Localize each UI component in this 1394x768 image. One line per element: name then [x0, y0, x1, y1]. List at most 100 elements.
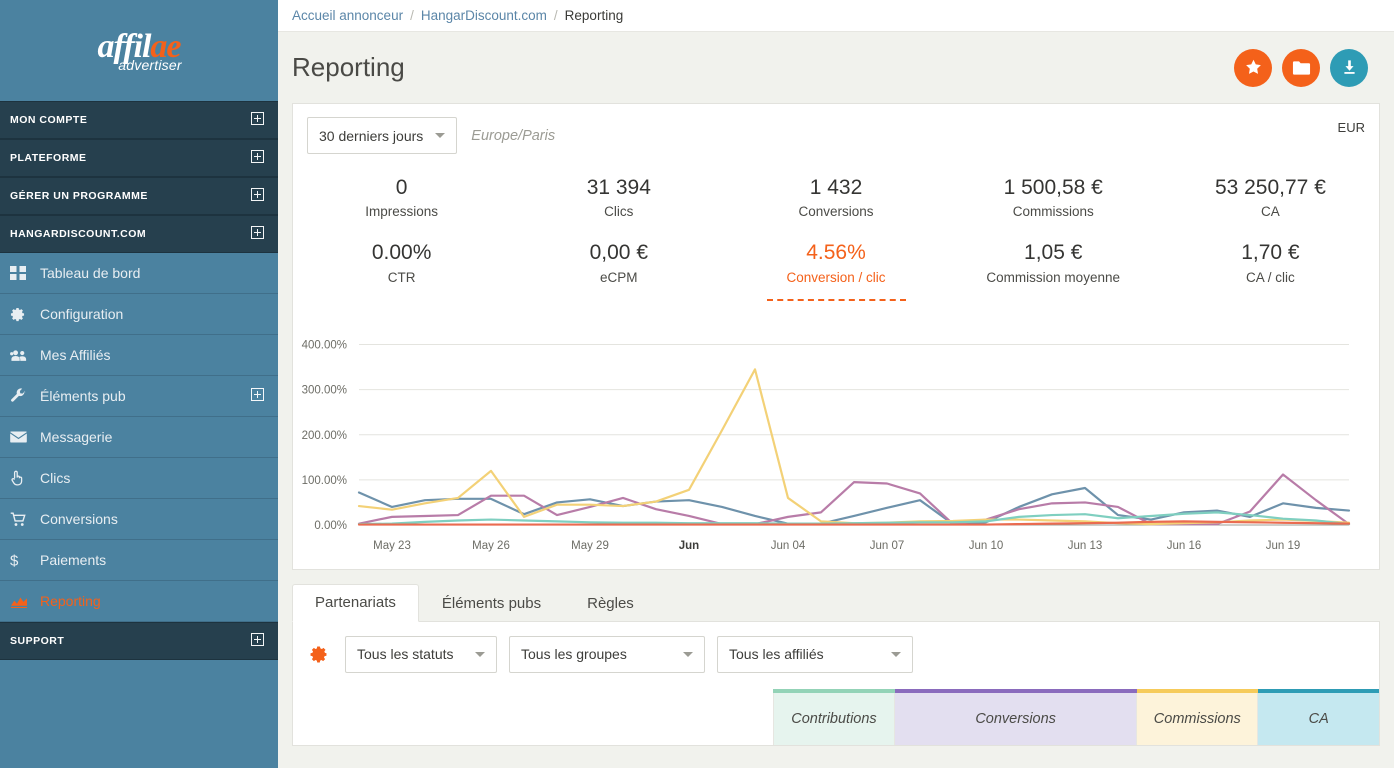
sidebar-section-mon-compte[interactable]: MON COMPTE — [0, 101, 278, 139]
chart-x-tick-label: Jun 10 — [969, 540, 1004, 552]
plus-box-icon[interactable] — [251, 226, 264, 242]
kpi-clics[interactable]: 31 394 Clics — [510, 170, 727, 229]
breadcrumb-link-home[interactable]: Accueil annonceur — [292, 8, 403, 23]
kpi-impressions[interactable]: 0 Impressions — [293, 170, 510, 229]
stats-panel: 30 derniers jours Europe/Paris EUR 0 Imp… — [292, 103, 1380, 570]
sidebar-item-configuration[interactable]: Configuration — [0, 294, 278, 335]
sidebar-section-plateforme[interactable]: PLATEFORME — [0, 139, 278, 177]
chart-x-tick-label: May 26 — [472, 540, 510, 552]
kpi-value: 1,70 € — [1162, 239, 1379, 267]
tab-elements-pubs[interactable]: Éléments pubs — [419, 584, 564, 622]
sidebar-item-messagerie[interactable]: Messagerie — [0, 417, 278, 458]
group-header-ca[interactable]: CA — [1258, 691, 1379, 745]
sidebar-item-elements-pub[interactable]: Éléments pub — [0, 376, 278, 417]
kpi-ctr[interactable]: 0.00% CTR — [293, 235, 510, 294]
kpi-commission-moyenne[interactable]: 1,05 € Commission moyenne — [945, 235, 1162, 294]
tab-label: Règles — [587, 595, 634, 612]
group-header-spacer — [448, 691, 623, 745]
chevron-down-icon — [435, 133, 445, 138]
report-filter-bar: 30 derniers jours Europe/Paris EUR — [293, 104, 1379, 162]
results-table: Contributions Conversions Commissions CA — [293, 689, 1379, 745]
header-actions — [1234, 49, 1368, 87]
group-filter-select[interactable]: Tous les groupes — [509, 636, 705, 673]
kpi-value: 1 500,58 € — [945, 174, 1162, 202]
tab-regles[interactable]: Règles — [564, 584, 657, 622]
chart-x-tick-label: Jun 19 — [1266, 540, 1301, 552]
breadcrumb: Accueil annonceur / HangarDiscount.com /… — [278, 0, 1394, 32]
results-table-scroll[interactable]: Contributions Conversions Commissions CA — [293, 689, 1379, 745]
chart-y-tick-label: 0.00% — [314, 520, 347, 532]
plus-box-icon[interactable] — [251, 150, 264, 166]
chart-x-tick-label: Jun 07 — [870, 540, 905, 552]
logo-subtitle: advertiser — [118, 58, 181, 72]
sidebar-section-hangardiscount[interactable]: HANGARDISCOUNT.COM — [0, 215, 278, 253]
sidebar-item-label: Éléments pub — [40, 388, 251, 404]
chart-x-tick-label: Jun 04 — [771, 540, 806, 552]
kpi-conversions[interactable]: 1 432 Conversions — [727, 170, 944, 229]
sidebar-item-label: Clics — [40, 470, 264, 486]
sidebar-item-mes-affilies[interactable]: Mes Affiliés — [0, 335, 278, 376]
sidebar-item-paiements[interactable]: $ Paiements — [0, 540, 278, 581]
group-header-spacer — [368, 691, 448, 745]
chart-x-tick-label: May 23 — [373, 540, 411, 552]
kpi-label: CA — [1162, 204, 1379, 219]
plus-box-icon[interactable] — [251, 112, 264, 128]
status-filter-select[interactable]: Tous les statuts — [345, 636, 497, 673]
shopping-cart-icon — [10, 512, 40, 527]
kpi-commissions[interactable]: 1 500,58 € Commissions — [945, 170, 1162, 229]
kpi-conversion-par-clic[interactable]: 4.56% Conversion / clic — [727, 235, 944, 294]
sidebar-section-gerer-un-programme[interactable]: GÉRER UN PROGRAMME — [0, 177, 278, 215]
affiliate-filter-select[interactable]: Tous les affiliés — [717, 636, 913, 673]
chart-y-tick-label: 400.00% — [302, 339, 347, 351]
reporting-chart[interactable]: 0.00%100.00%200.00%300.00%400.00%May 23M… — [293, 317, 1379, 569]
gear-icon[interactable] — [307, 643, 329, 665]
sidebar-section-label: SUPPORT — [10, 635, 64, 647]
plus-box-icon[interactable] — [251, 188, 264, 204]
breadcrumb-current: Reporting — [565, 8, 624, 23]
group-header-conversions[interactable]: Conversions — [895, 691, 1137, 745]
kpi-label: eCPM — [510, 270, 727, 285]
chart-series-series-yellow — [359, 369, 1349, 524]
sidebar-item-clics[interactable]: Clics — [0, 458, 278, 499]
sidebar-section-support[interactable]: SUPPORT — [0, 622, 278, 660]
tab-label: Éléments pubs — [442, 595, 541, 612]
tab-partenariats[interactable]: Partenariats — [292, 584, 419, 622]
group-header-commissions[interactable]: Commissions — [1137, 691, 1258, 745]
kpi-value: 0,00 € — [510, 239, 727, 267]
sidebar-item-label: Conversions — [40, 511, 264, 527]
kpi-label: Commissions — [945, 204, 1162, 219]
download-button[interactable] — [1330, 49, 1368, 87]
favorite-button[interactable] — [1234, 49, 1272, 87]
reporting-line-chart[interactable]: 0.00%100.00%200.00%300.00%400.00%May 23M… — [293, 317, 1357, 567]
status-filter-value: Tous les statuts — [357, 646, 454, 662]
plus-box-icon[interactable] — [251, 633, 264, 649]
main-area: Accueil annonceur / HangarDiscount.com /… — [278, 0, 1394, 768]
results-table-head: Contributions Conversions Commissions CA — [293, 691, 1379, 745]
sidebar-item-conversions[interactable]: Conversions — [0, 499, 278, 540]
sidebar-item-reporting[interactable]: Reporting — [0, 581, 278, 622]
chevron-down-icon — [475, 652, 485, 657]
kpi-label: Clics — [510, 204, 727, 219]
kpi-value: 1 432 — [727, 174, 944, 202]
group-header-contributions[interactable]: Contributions — [773, 691, 894, 745]
sidebar-item-label: Tableau de bord — [40, 265, 264, 281]
kpi-ecpm[interactable]: 0,00 € eCPM — [510, 235, 727, 294]
chevron-down-icon — [891, 652, 901, 657]
kpi-ca[interactable]: 53 250,77 € CA — [1162, 170, 1379, 229]
sidebar-item-tableau-de-bord[interactable]: Tableau de bord — [0, 253, 278, 294]
page-title: Reporting — [292, 52, 405, 83]
logo-area[interactable]: affilae advertiser — [0, 0, 278, 101]
table-filter-bar: Tous les statuts Tous les groupes Tous l… — [293, 622, 1379, 689]
breadcrumb-link-site[interactable]: HangarDiscount.com — [421, 8, 547, 23]
sidebar-section-label: HANGARDISCOUNT.COM — [10, 228, 146, 240]
tab-label: Partenariats — [315, 594, 396, 611]
plus-box-icon[interactable] — [251, 388, 264, 404]
folder-button[interactable] — [1282, 49, 1320, 87]
date-range-select[interactable]: 30 derniers jours — [307, 117, 457, 154]
tab-panel-body: Tous les statuts Tous les groupes Tous l… — [292, 622, 1380, 746]
page-header: Reporting — [278, 32, 1394, 103]
chart-x-tick-label: May 29 — [571, 540, 609, 552]
page-scrollbar[interactable] — [1382, 0, 1394, 768]
kpi-ca-par-clic[interactable]: 1,70 € CA / clic — [1162, 235, 1379, 294]
envelope-icon — [10, 431, 40, 443]
